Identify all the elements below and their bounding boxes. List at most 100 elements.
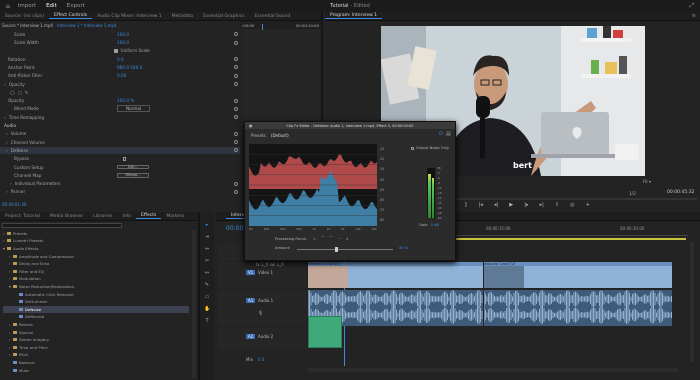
mix-volume[interactable]: 0.0 bbox=[258, 357, 264, 362]
track-name-v1[interactable]: V1 bbox=[246, 270, 256, 275]
effect-row[interactable]: › Opacity bbox=[0, 81, 240, 88]
effects-tree-item[interactable]: ▾ Noise Reduction/Restoration bbox=[3, 283, 189, 290]
effects-tree-item[interactable]: › Presets bbox=[3, 230, 189, 237]
effect-row[interactable]: Custom Setup Edit... bbox=[0, 164, 240, 171]
type-tool-icon[interactable]: T bbox=[204, 318, 210, 324]
go-to-in-icon[interactable]: |◂ bbox=[479, 202, 483, 208]
reset-icon[interactable] bbox=[234, 57, 238, 62]
amount-slider-track[interactable] bbox=[297, 248, 393, 250]
effect-row[interactable]: › Individual Parameters bbox=[0, 180, 240, 187]
reset-icon[interactable] bbox=[234, 181, 238, 186]
effects-tree-item[interactable]: › Amplitude and Compression bbox=[3, 253, 189, 260]
focus-low-icon[interactable]: ⌒ bbox=[321, 236, 325, 241]
effect-row-value[interactable]: 100.0 bbox=[117, 32, 129, 37]
reset-icon[interactable] bbox=[234, 140, 238, 145]
reset-icon[interactable] bbox=[234, 32, 238, 37]
tab-info[interactable]: Info bbox=[118, 214, 137, 219]
effect-row[interactable]: Scale 100.0 bbox=[0, 31, 240, 38]
tab-metadata[interactable]: Metadata bbox=[167, 14, 198, 19]
nav-edit[interactable]: Edit bbox=[46, 3, 57, 9]
tab-essential-sound[interactable]: Essential Sound bbox=[249, 14, 295, 19]
selection-tool-icon[interactable]: ▸ bbox=[204, 222, 210, 228]
effect-row[interactable]: ◯ ▢ ✎ bbox=[0, 89, 240, 96]
tab-libraries[interactable]: Libraries bbox=[88, 214, 117, 219]
reset-icon[interactable] bbox=[234, 98, 238, 103]
effects-tree-item[interactable]: Balance bbox=[3, 359, 189, 366]
track-name-a2[interactable]: A2 bbox=[246, 334, 256, 339]
focus-all-icon[interactable]: ∿ bbox=[313, 237, 316, 241]
reset-icon[interactable] bbox=[234, 189, 238, 194]
reset-icon[interactable] bbox=[234, 65, 238, 70]
reset-icon[interactable] bbox=[234, 82, 238, 87]
effect-row[interactable]: › DeNoise bbox=[0, 147, 240, 154]
effects-tree-item[interactable]: › Lumetri Presets bbox=[3, 238, 189, 245]
ellipse-mask-icon[interactable]: ◯ bbox=[10, 90, 15, 95]
effects-tree-item[interactable]: Automatic Click Remover bbox=[3, 291, 189, 298]
focus-lowhigh-icon[interactable]: ∽ bbox=[338, 237, 341, 241]
tab-markers[interactable]: Markers bbox=[161, 214, 189, 219]
play-icon[interactable]: ▶ bbox=[509, 202, 513, 208]
power-icon[interactable]: ⏻ bbox=[439, 131, 443, 137]
razor-tool-icon[interactable]: ✂ bbox=[204, 258, 210, 264]
amount-slider-thumb[interactable] bbox=[335, 246, 338, 252]
tab-media-browser[interactable]: Media Browser bbox=[45, 214, 88, 219]
effect-row-button[interactable]: Remap... bbox=[117, 173, 149, 178]
reset-icon[interactable] bbox=[234, 131, 238, 136]
reset-icon[interactable] bbox=[234, 115, 238, 120]
chevron-icon[interactable]: › bbox=[6, 131, 8, 136]
reset-icon[interactable] bbox=[234, 148, 238, 153]
reset-icon[interactable] bbox=[234, 40, 238, 45]
effects-tree-item[interactable]: › Modulation bbox=[3, 276, 189, 283]
dialog-titlebar[interactable]: Clip Fx Editor - DeNoise: Audio 1, Inter… bbox=[245, 122, 455, 129]
tab-essential-graphics[interactable]: Essential Graphics bbox=[198, 14, 249, 19]
effects-search-input[interactable] bbox=[2, 223, 122, 228]
save-preset-icon[interactable]: ▤ bbox=[446, 131, 451, 137]
timeline-vscroll[interactable] bbox=[690, 242, 694, 362]
effects-tree-item[interactable]: › Reverb bbox=[3, 321, 189, 328]
lift-icon[interactable]: ⇧ bbox=[555, 202, 559, 208]
effect-row[interactable]: Anti-flicker Filter 0.00 bbox=[0, 73, 240, 80]
focus-mid-icon[interactable]: ∧ bbox=[346, 237, 349, 241]
nav-export[interactable]: Export bbox=[67, 3, 85, 9]
reset-icon[interactable] bbox=[234, 106, 238, 111]
export-frame-icon[interactable]: ◎ bbox=[570, 202, 574, 208]
effects-tree-item[interactable]: › Special bbox=[3, 329, 189, 336]
audio-clip-2[interactable] bbox=[484, 290, 672, 326]
go-to-out-icon[interactable]: ▸| bbox=[540, 202, 544, 208]
rectangle-tool-icon[interactable]: ▭ bbox=[204, 294, 210, 300]
fullscreen-icon[interactable]: ⤢ bbox=[689, 2, 694, 10]
effect-row[interactable]: › Panner bbox=[0, 189, 240, 196]
output-noise-only[interactable]: Output Noise Only bbox=[411, 146, 449, 150]
effect-row[interactable]: Scale Width 100.0 bbox=[0, 39, 240, 46]
pen-mask-icon[interactable]: ✎ bbox=[25, 90, 29, 95]
effects-tree-item[interactable]: › Filter and EQ bbox=[3, 268, 189, 275]
effect-row[interactable]: Bypass bbox=[0, 156, 240, 163]
program-fit-select[interactable]: Fit ▾ bbox=[643, 179, 651, 184]
effects-tree-item[interactable]: › Delay and Echo bbox=[3, 260, 189, 267]
track-select-icon[interactable]: ⇥ bbox=[204, 234, 210, 240]
video-clip-1[interactable]: Interview 1.mp4 [V] bbox=[308, 262, 483, 288]
effect-row[interactable]: Uniform Scale bbox=[0, 48, 240, 55]
effect-row[interactable]: › Volume bbox=[0, 131, 240, 138]
effects-tree-item[interactable]: DeNoise bbox=[3, 306, 189, 313]
effects-tree-item[interactable]: DeReverb bbox=[3, 314, 189, 321]
chevron-icon[interactable]: › bbox=[4, 82, 6, 87]
chevron-icon[interactable]: › bbox=[10, 181, 12, 186]
effect-row-value[interactable]: 0.0 bbox=[117, 57, 124, 62]
checkbox[interactable] bbox=[114, 49, 118, 53]
chevron-icon[interactable]: › bbox=[6, 148, 8, 153]
preset-select[interactable]: (Default) bbox=[271, 133, 289, 138]
effect-row[interactable]: › Channel Volume bbox=[0, 139, 240, 146]
reset-icon[interactable] bbox=[234, 73, 238, 78]
tab-source[interactable]: Source: (no clips) bbox=[0, 14, 49, 19]
timeline-hscroll[interactable] bbox=[308, 368, 678, 372]
effect-row-value[interactable]: 0.00 bbox=[117, 73, 126, 78]
effect-row[interactable]: Blend Mode Normal bbox=[0, 105, 240, 113]
effects-tree-item[interactable]: DeHummer bbox=[3, 298, 189, 305]
checkbox[interactable] bbox=[122, 157, 127, 161]
effect-row[interactable]: Channel Map Remap... bbox=[0, 172, 240, 179]
mic-icon[interactable]: 🎙 bbox=[258, 310, 263, 315]
clip-link[interactable]: Interview 1 * Interview 1.mp4 bbox=[57, 23, 117, 28]
effect-row[interactable]: › Time Remapping bbox=[0, 114, 240, 121]
chevron-icon[interactable]: › bbox=[6, 189, 8, 194]
